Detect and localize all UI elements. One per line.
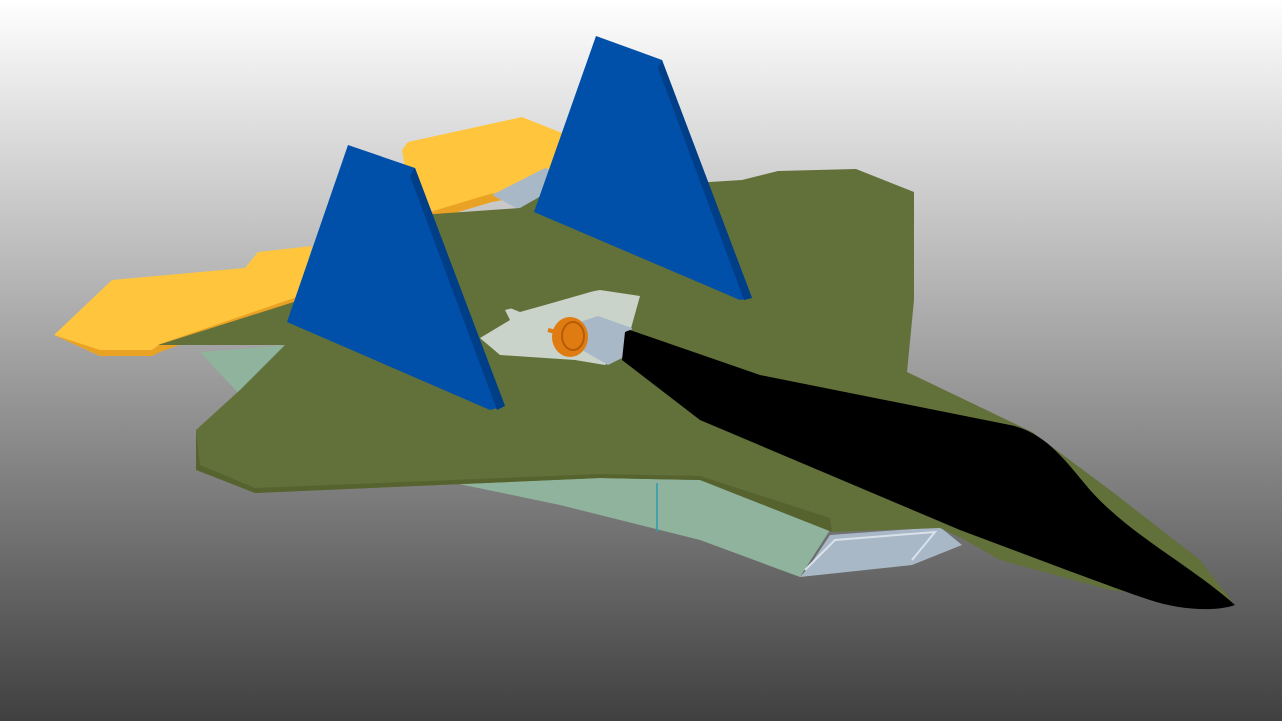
3d-viewport[interactable]	[0, 0, 1282, 721]
aircraft-model-scene[interactable]	[0, 0, 1282, 721]
engine-shaft	[547, 328, 557, 334]
